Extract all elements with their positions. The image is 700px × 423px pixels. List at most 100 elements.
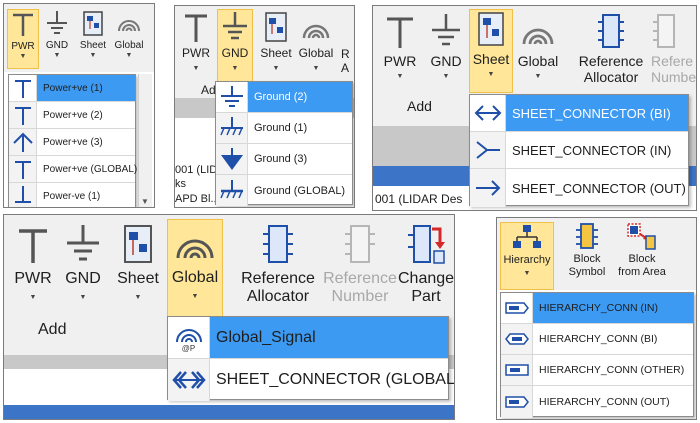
part-label: Part	[411, 288, 441, 306]
sheet-dropdown: SHEET_CONNECTOR (BI) SHEET_CONNECTOR (IN…	[469, 94, 689, 207]
sheet-button[interactable]: Sheet ▼	[76, 9, 110, 69]
doc-line-3: APD Bl...	[175, 193, 220, 205]
menu-item-hierarchy-conn-other[interactable]: HIERARCHY_CONN (OTHER)	[501, 355, 693, 386]
block-from-area-icon	[627, 223, 656, 250]
pwr-dropdown: Power+ve (1) Power+ve (2) Power+ve (3) P…	[8, 74, 137, 207]
change-part-button[interactable]: Change Part	[398, 223, 454, 317]
power-icon	[13, 13, 33, 36]
panel-hierarchy-menu: Hierarchy ▼ Block Symbol Block from Area	[496, 217, 697, 420]
sheet-label: Sheet	[260, 46, 292, 60]
panel-pwr-menu: PWR ▼ GND ▼ Sheet ▼ Global ▼ Power+ve (1…	[3, 3, 155, 208]
pwr-button[interactable]: PWR ▼	[379, 12, 421, 96]
icon-caption: @P	[181, 344, 196, 353]
scroll-down-icon[interactable]: ▼	[141, 197, 149, 206]
global-signal-icon	[118, 20, 140, 32]
menu-item-ground-global[interactable]: Ground (GLOBAL)	[216, 175, 352, 206]
ground-triangle-icon	[220, 148, 243, 170]
menu-item-hierarchy-conn-out[interactable]: HIERARCHY_CONN (OUT)	[501, 386, 693, 418]
block-symbol-button[interactable]: Block Symbol	[563, 222, 611, 290]
gnd-label: GND	[45, 40, 69, 51]
chevron-down-icon: ▼	[534, 73, 542, 81]
menu-item-label: Ground (GLOBAL)	[254, 184, 346, 197]
menu-item-ground-1[interactable]: Ground (1)	[216, 113, 352, 144]
hierarchy-conn-other-icon	[504, 364, 529, 376]
chevron-down-icon: ▼	[134, 294, 142, 302]
menu-item-label: Ground (2)	[254, 91, 308, 103]
pwr-label: PWR	[14, 270, 52, 287]
global-button[interactable]: Global ▼	[515, 12, 561, 96]
menu-item-ground-3[interactable]: Ground (3)	[216, 144, 352, 175]
ground-bars-icon	[220, 86, 243, 107]
global-button[interactable]: Global ▼	[167, 219, 223, 317]
menu-item-label: SHEET_CONNECTOR (GLOBAL)	[216, 371, 455, 388]
gnd-button[interactable]: GND ▼	[425, 12, 467, 96]
document-title-bar	[4, 405, 454, 419]
menu-item-label: Ground (3)	[254, 153, 308, 165]
reference-allocator-icon	[263, 225, 293, 263]
menu-item-power-ve-3[interactable]: Power+ve (3)	[9, 129, 135, 156]
chevron-down-icon: ▼	[487, 71, 495, 79]
sheet-button[interactable]: Sheet ▼	[469, 9, 513, 93]
ground-icon	[47, 11, 67, 34]
gnd-button[interactable]: GND ▼	[42, 9, 72, 69]
sheet-icon	[83, 11, 103, 36]
menu-item-sheet-connector-global[interactable]: SHEET_CONNECTOR (GLOBAL)	[168, 359, 454, 401]
reference-number-button-partial[interactable]: Refere Numbe	[651, 12, 696, 96]
menu-item-ground-2[interactable]: Ground (2)	[216, 82, 352, 113]
power-icon	[19, 229, 47, 263]
panel-global-menu: PWR ▼ GND ▼ Sheet ▼ Global ▼ Reference A…	[3, 214, 455, 420]
menu-item-sheet-connector-out[interactable]: SHEET_CONNECTOR (OUT)	[470, 169, 688, 207]
menu-item-global-signal[interactable]: @P Global_Signal	[168, 317, 448, 359]
power-arrow-icon	[12, 132, 33, 152]
menu-item-hierarchy-conn-bi[interactable]: HIERARCHY_CONN (BI)	[501, 324, 693, 355]
input-connector-icon	[475, 141, 500, 159]
ground-icon	[223, 12, 247, 40]
sheet-button[interactable]: Sheet ▼	[257, 10, 295, 90]
pwr-button[interactable]: PWR ▼	[10, 223, 56, 317]
block-label: Block	[573, 253, 601, 265]
menu-item-power-ve-2[interactable]: Power+ve (2)	[9, 102, 135, 129]
bidirectional-arrow-icon	[474, 105, 501, 121]
sheet-icon	[265, 12, 287, 42]
doc-line: 001 (LIDAR Des	[375, 192, 463, 206]
sheet-label: Sheet	[79, 40, 107, 51]
menu-item-power-ve-1[interactable]: Power+ve (1)	[9, 75, 135, 102]
menu-item-label: Global_Signal	[216, 328, 316, 346]
gnd-button[interactable]: GND ▼	[217, 9, 253, 85]
gnd-button[interactable]: GND ▼	[60, 223, 106, 317]
reference-allocator-button[interactable]: Reference Allocator	[236, 223, 320, 317]
global-signal-icon	[175, 329, 202, 343]
menu-item-label: Power+ve (1)	[43, 82, 103, 94]
menu-scrollbar[interactable]: ▼	[138, 74, 152, 207]
reference-number-icon	[345, 225, 375, 263]
menu-item-sheet-connector-in[interactable]: SHEET_CONNECTOR (IN)	[470, 132, 688, 169]
menu-item-power-ve-global[interactable]: Power+ve (GLOBAL)	[9, 156, 137, 183]
block-from-area-button[interactable]: Block from Area	[613, 222, 671, 290]
allocator-label: A	[341, 60, 350, 75]
pwr-label: PWR	[11, 41, 35, 52]
menu-item-power-neg-1[interactable]: Power-ve (1)	[9, 183, 135, 207]
global-button[interactable]: Global ▼	[296, 10, 336, 90]
chevron-down-icon: ▼	[192, 64, 200, 72]
chevron-down-icon: ▼	[29, 294, 37, 302]
chevron-down-icon: ▼	[312, 64, 320, 72]
menu-item-label: Power-ve (1)	[43, 190, 101, 202]
chevron-down-icon: ▼	[396, 73, 404, 81]
sheet-button[interactable]: Sheet ▼	[112, 223, 164, 317]
menu-item-label: HIERARCHY_CONN (OTHER)	[539, 364, 685, 376]
pwr-button[interactable]: PWR ▼	[178, 10, 214, 90]
power-pos-icon	[14, 80, 31, 98]
hierarchy-button[interactable]: Hierarchy ▼	[500, 222, 554, 290]
menu-item-hierarchy-conn-in[interactable]: HIERARCHY_CONN (IN)	[501, 293, 693, 324]
reference-allocator-button[interactable]: Reference Allocator	[573, 12, 649, 96]
change-label: Change	[398, 270, 455, 287]
pwr-button[interactable]: PWR ▼	[7, 9, 39, 69]
sheet-icon	[478, 12, 504, 46]
sheet-label: Sheet	[117, 270, 159, 287]
chevron-down-icon: ▼	[442, 73, 450, 81]
hierarchy-icon	[513, 225, 541, 248]
ground-icon	[432, 14, 460, 46]
menu-item-sheet-connector-bi[interactable]: SHEET_CONNECTOR (BI)	[470, 95, 688, 132]
global-button[interactable]: Global ▼	[112, 9, 146, 69]
reference-number-button[interactable]: Reference Number	[322, 223, 398, 317]
